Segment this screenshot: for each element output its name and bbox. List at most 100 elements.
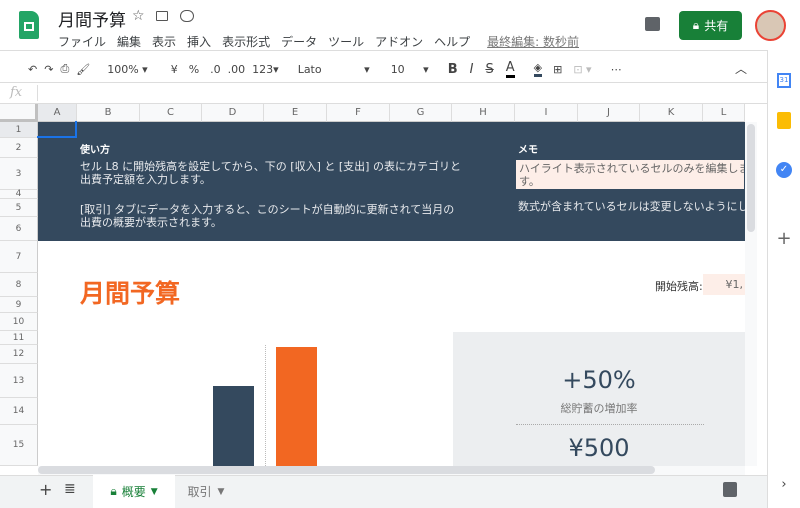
menu-help[interactable]: ヘルプ [434, 35, 470, 49]
keep-icon[interactable] [768, 112, 800, 133]
collapse-toolbar-icon[interactable]: ︿ [735, 60, 747, 77]
row-header-8[interactable]: 8 [0, 273, 38, 297]
merge-cells-icon[interactable]: ⊡ ▾ [573, 63, 591, 76]
row-header-10[interactable]: 10 [0, 313, 38, 331]
formula-bar: fx [0, 82, 768, 104]
bar-actual[interactable] [276, 347, 317, 466]
menu-data[interactable]: データ [281, 35, 317, 49]
menu-file[interactable]: ファイル [58, 35, 106, 49]
select-all-corner[interactable] [0, 104, 38, 122]
more-button[interactable]: ⋯ [611, 63, 622, 76]
divider [0, 50, 768, 51]
menu-view[interactable]: 表示 [152, 35, 176, 49]
print-icon[interactable]: ⎙ [60, 62, 69, 76]
row-header-5[interactable]: 5 [0, 199, 38, 217]
savings-rate-value: +50% [562, 366, 636, 394]
menu-addons[interactable]: アドオン [375, 35, 423, 49]
row-header-13[interactable]: 13 [0, 364, 38, 398]
row-header-14[interactable]: 14 [0, 398, 38, 425]
comments-icon[interactable] [645, 17, 660, 31]
row-header-3[interactable]: 3 [0, 158, 38, 190]
column-header-B[interactable]: B [77, 104, 140, 122]
fill-color-icon[interactable]: ◈ [533, 61, 543, 77]
increase-decimal-button[interactable]: .00 [228, 63, 246, 76]
currency-button[interactable]: ¥ [171, 63, 178, 76]
tab-transactions[interactable]: 取引 ▼ [175, 475, 237, 508]
move-folder-icon[interactable] [156, 11, 168, 21]
explore-icon[interactable] [723, 482, 737, 497]
memo-text-2: 数式が含まれているセルは変更しないようにし [518, 200, 745, 213]
row-header-1[interactable]: 1 [0, 122, 38, 138]
horizontal-scrollbar[interactable] [38, 466, 745, 475]
zoom-select[interactable]: 100% ▾ [107, 63, 147, 76]
column-header-C[interactable]: C [140, 104, 202, 122]
row-header-6[interactable]: 6 [0, 217, 38, 241]
start-balance-label: 開始残高: [655, 280, 703, 293]
bar-budget[interactable] [213, 386, 254, 466]
all-sheets-icon[interactable]: ≣ [64, 481, 76, 497]
percent-button[interactable]: % [189, 63, 199, 76]
doc-title[interactable]: 月間予算 [58, 6, 126, 31]
formula-input[interactable] [37, 85, 768, 101]
decrease-decimal-button[interactable]: .0 [210, 63, 221, 76]
menu-tools[interactable]: ツール [328, 35, 364, 49]
borders-icon[interactable]: ⊞ [553, 63, 562, 76]
strikethrough-button[interactable]: S [485, 62, 493, 77]
avatar[interactable] [755, 10, 786, 41]
menu-insert[interactable]: 挿入 [187, 35, 211, 49]
column-header-L[interactable]: L [703, 104, 745, 122]
memo-title: メモ [518, 145, 538, 156]
tasks-icon[interactable]: ✓ [768, 157, 800, 178]
row-header-9[interactable]: 9 [0, 297, 38, 313]
star-icon[interactable]: ☆ [132, 8, 145, 24]
italic-button[interactable]: I [470, 62, 474, 77]
more-formats-button[interactable]: 123▾ [252, 63, 279, 76]
row-header-12[interactable]: 12 [0, 345, 38, 364]
sheet-title: 月間予算 [80, 279, 181, 308]
add-sheet-icon[interactable]: + [39, 480, 52, 499]
savings-amount-value: ¥500 [568, 434, 630, 462]
chevron-down-icon: ▼ [217, 486, 225, 497]
start-balance-cell[interactable]: ¥1, [703, 274, 745, 295]
share-button[interactable]: 🔒︎ 共有 [679, 11, 742, 40]
row-header-7[interactable]: 7 [0, 241, 38, 273]
toolbar: ↶ ↷ ⎙ 🖌︎ 100% ▾ ¥ % .0 .00 123▾ Lato ▾ 10 ▾ B… [28, 58, 622, 80]
column-header-K[interactable]: K [640, 104, 703, 122]
vertical-scrollbar[interactable] [745, 122, 757, 466]
sheets-logo[interactable] [19, 11, 39, 39]
howto-text-2: [取引] タブにデータを入力すると、このシートが自動的に更新されて当月の 出費の概… [80, 203, 455, 229]
column-header-A[interactable]: A [38, 104, 77, 122]
tab-overview[interactable]: 🔒︎ 概要 ▼ [93, 475, 175, 508]
font-size-select[interactable]: 10 ▾ [391, 63, 429, 76]
row-header-4[interactable]: 4 [0, 189, 38, 199]
menu-format[interactable]: 表示形式 [222, 35, 270, 49]
fx-icon: fx [10, 85, 23, 100]
font-select[interactable]: Lato ▾ [298, 63, 370, 76]
menu-bar: ファイル 編集 表示 挿入 表示形式 データ ツール アドオン ヘルプ 最終編集: 数秒前 [58, 31, 590, 50]
row-header-11[interactable]: 11 [0, 331, 38, 345]
row-header-15[interactable]: 15 [0, 425, 38, 466]
column-header-G[interactable]: G [390, 104, 452, 122]
text-color-button[interactable]: A [505, 60, 515, 78]
column-header-H[interactable]: H [452, 104, 515, 122]
menu-edit[interactable]: 編集 [117, 35, 141, 49]
column-header-D[interactable]: D [202, 104, 264, 122]
howto-title: 使い方 [80, 145, 110, 156]
column-header-E[interactable]: E [264, 104, 327, 122]
paint-format-icon[interactable]: 🖌︎ [76, 63, 90, 76]
last-edit-link[interactable]: 最終編集: 数秒前 [487, 35, 579, 49]
column-header-J[interactable]: J [578, 104, 640, 122]
expand-panel-icon[interactable]: › [768, 477, 800, 492]
memo-highlight-cell[interactable]: ハイライト表示されているセルのみを編集しま す。 [515, 159, 745, 190]
column-header-F[interactable]: F [327, 104, 390, 122]
howto-text-1: セル L8 に開始残高を設定してから、下の [収入] と [支出] の表にカテゴ… [80, 160, 461, 186]
add-addon-icon[interactable]: + [768, 228, 800, 249]
calendar-icon[interactable]: 31 [768, 67, 800, 88]
bold-button[interactable]: B [448, 62, 458, 77]
redo-icon[interactable]: ↷ [44, 63, 53, 76]
row-header-2[interactable]: 2 [0, 138, 38, 158]
column-header-I[interactable]: I [515, 104, 578, 122]
lock-icon: 🔒︎ [110, 484, 117, 498]
selected-cell-a1[interactable] [37, 121, 77, 138]
undo-icon[interactable]: ↶ [28, 63, 37, 76]
